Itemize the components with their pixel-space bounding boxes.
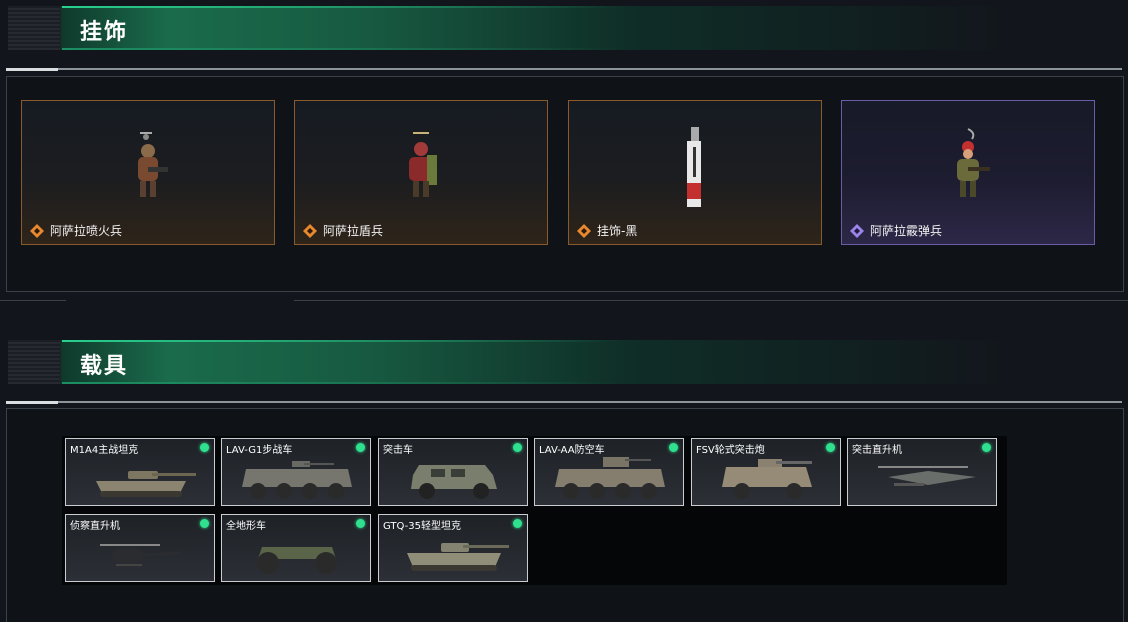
vehicle-card[interactable]: LAV-AA防空车 (534, 438, 684, 506)
vehicle-card[interactable]: LAV-G1步战车 (221, 438, 371, 506)
status-dot (513, 443, 522, 452)
separator-right (294, 300, 1128, 301)
header-left-block (8, 6, 60, 50)
header-stripe-top (62, 6, 622, 8)
vehicles-section-title: 载具 (80, 354, 129, 379)
vehicle-card[interactable]: 突击车 (378, 438, 528, 506)
status-dot (826, 443, 835, 452)
vehicle-card[interactable]: 全地形车 (221, 514, 371, 582)
pendants-section-title: 挂饰 (80, 20, 129, 45)
pendant-name: 阿萨拉喷火兵 (50, 224, 123, 238)
vehicle-card[interactable]: 突击直升机 (847, 438, 997, 506)
vehicle-card[interactable]: GTQ-35轻型坦克 (378, 514, 528, 582)
recon-helicopter-icon (100, 544, 181, 566)
pendant-card[interactable]: 阿萨拉喷火兵 (21, 100, 275, 245)
shield-soldier-figure-icon (409, 132, 437, 197)
header-stripe-bottom (62, 48, 622, 50)
pendant-card[interactable]: 阿萨拉霰弹兵 (841, 100, 1095, 245)
vehicles-divider (6, 401, 1122, 404)
main-battle-tank-icon (96, 471, 196, 497)
divider-highlight (6, 68, 58, 71)
purple-diamond-icon (850, 224, 864, 238)
status-dot (982, 443, 991, 452)
pendant-card[interactable]: 阿萨拉盾兵 (294, 100, 548, 245)
pendant-name: 阿萨拉霰弹兵 (870, 224, 943, 238)
assault-vehicle-icon (411, 465, 497, 499)
pendant-name: 阿萨拉盾兵 (323, 224, 384, 238)
black-pendant-figure-icon (687, 127, 701, 207)
pendants-divider (6, 68, 1122, 71)
shotgun-soldier-figure-icon (957, 128, 990, 197)
pendant-name: 挂饰-黑 (597, 224, 638, 238)
header-stripe-bottom (62, 382, 622, 384)
separator-left (0, 300, 66, 301)
status-dot (356, 443, 365, 452)
status-dot (356, 519, 365, 528)
divider-highlight (6, 401, 58, 404)
wheeled-assault-gun-icon (722, 459, 812, 499)
vehicle-card[interactable]: M1A4主战坦克 (65, 438, 215, 506)
attack-helicopter-icon (878, 466, 976, 486)
status-dot (669, 443, 678, 452)
pendants-section-header: 挂饰 (8, 6, 1120, 50)
vehicle-card[interactable]: 侦察直升机 (65, 514, 215, 582)
vehicle-grid: M1A4主战坦克 LAV-G1步战车 突击车 LAV-AA防空车 FSV轮式突击… (62, 436, 1007, 585)
vehicles-section-header: 载具 (8, 340, 1120, 384)
orange-diamond-icon (577, 224, 591, 238)
pendant-card[interactable]: 挂饰-黑 (568, 100, 822, 245)
status-dot (200, 443, 209, 452)
status-dot (513, 519, 522, 528)
infantry-fighting-vehicle-icon (242, 461, 352, 499)
status-dot (200, 519, 209, 528)
vehicle-card[interactable]: FSV轮式突击炮 (691, 438, 841, 506)
anti-air-vehicle-icon (555, 457, 665, 499)
header-left-block (8, 340, 60, 384)
flamethrower-soldier-figure-icon (138, 132, 168, 197)
header-stripe-top (62, 340, 622, 342)
all-terrain-vehicle-icon (257, 547, 337, 574)
orange-diamond-icon (30, 224, 44, 238)
orange-diamond-icon (303, 224, 317, 238)
light-tank-icon (407, 543, 509, 571)
